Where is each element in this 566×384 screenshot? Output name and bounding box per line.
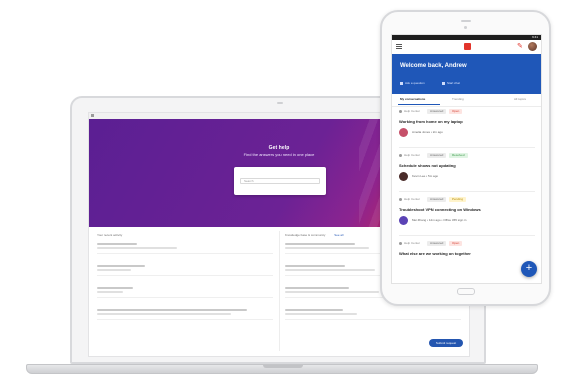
tab-all-topics[interactable]: All topics (514, 97, 526, 101)
article-title (285, 287, 349, 289)
laptop-base (26, 364, 538, 374)
phone-screen: 9:41 ✎ Welcome back, Andrew Ask a questi… (391, 34, 542, 284)
card-source: Help Center (404, 197, 421, 201)
source-icon (399, 198, 402, 201)
start-chat-label: Start chat (447, 81, 460, 85)
avatar (399, 172, 408, 181)
submit-request-button[interactable]: Submit request (429, 339, 463, 347)
list-item-meta (97, 247, 177, 249)
card-headline: Schedule shows not updating (399, 163, 456, 168)
app-logo (464, 43, 471, 50)
list-item[interactable]: Help Center Answered Pending Troubleshoo… (399, 197, 535, 241)
start-chat-action[interactable]: Start chat (442, 81, 460, 85)
card-divider (399, 191, 535, 192)
menu-icon[interactable] (91, 114, 94, 117)
article-title (285, 243, 355, 245)
source-icon (399, 110, 402, 113)
article-meta (285, 291, 379, 293)
right-column-header: Knowledge base & community See all (285, 233, 343, 237)
add-button[interactable]: + (521, 261, 537, 277)
list-item[interactable]: Help Center Answered Resolved Schedule s… (399, 153, 535, 197)
list-item-meta (97, 269, 131, 271)
row-divider (97, 275, 273, 276)
search-card: Search (234, 167, 326, 195)
article-meta (285, 313, 357, 315)
avatar (399, 128, 408, 137)
laptop-notch (263, 365, 303, 368)
column-divider (279, 231, 280, 351)
list-item[interactable]: Help Center Answered Open What else are … (399, 241, 535, 283)
card-source: Help Center (404, 241, 421, 245)
status-badge: Open (449, 241, 463, 246)
card-headline: Troubleshoot VPN connecting on Windows (399, 207, 481, 212)
tab-trending[interactable]: Trending (452, 97, 464, 101)
list-item-title (97, 265, 145, 267)
laptop-camera (277, 102, 283, 104)
welcome-banner: Welcome back, Andrew Ask a question Star… (392, 54, 541, 94)
ask-question-action[interactable]: Ask a question (400, 81, 425, 85)
status-badge: Answered (427, 153, 447, 158)
row-divider (97, 297, 273, 298)
list-item[interactable]: Help Center Answered Open Working from h… (399, 109, 535, 153)
article-title (285, 309, 343, 311)
article-meta (285, 269, 375, 271)
card-headline: Working from home on my laptop (399, 119, 463, 124)
source-icon (399, 242, 402, 245)
article-meta (285, 247, 369, 249)
card-headline: What else are we working on together (399, 251, 471, 256)
list-item-title (97, 287, 133, 289)
status-badge: Resolved (449, 153, 468, 158)
tab-my-conversations[interactable]: My conversations (400, 97, 425, 101)
list-item-title (97, 309, 247, 311)
list-item-title (97, 243, 137, 245)
list-item-meta (97, 313, 231, 315)
status-badge: Answered (427, 109, 447, 114)
search-input[interactable]: Search (240, 178, 320, 184)
app-bar: ✎ (392, 40, 541, 55)
phone-frame: 9:41 ✎ Welcome back, Andrew Ask a questi… (380, 10, 551, 306)
row-divider (97, 253, 273, 254)
left-column-header: Your recent activity (97, 233, 123, 237)
phone-camera (464, 26, 467, 29)
chat-icon (442, 81, 445, 85)
avatar (399, 216, 408, 225)
card-source: Help Center (404, 109, 421, 113)
row-divider (97, 319, 273, 320)
author-name: Amelia Jones • 2m ago (412, 130, 443, 134)
article-title (285, 265, 345, 267)
card-divider (399, 147, 535, 148)
author-name: Kevin Lee • 5m ago (412, 174, 439, 178)
right-column-title: Knowledge base & community (285, 233, 326, 237)
status-badge: Open (449, 109, 463, 114)
feed-tabs: My conversations Trending All topics (392, 94, 541, 107)
list-item-meta (97, 291, 123, 293)
ask-question-label: Ask a question (405, 81, 425, 85)
card-source: Help Center (404, 153, 421, 157)
home-button[interactable] (457, 288, 475, 295)
search-placeholder: Search (244, 179, 254, 183)
row-divider (285, 319, 461, 320)
compose-icon[interactable]: ✎ (517, 43, 523, 51)
active-tab-indicator (398, 104, 440, 105)
avatar[interactable] (528, 42, 537, 51)
phone-speaker (461, 20, 471, 22)
welcome-title: Welcome back, Andrew (400, 63, 467, 69)
status-badge: Pending (449, 197, 467, 202)
see-all-link[interactable]: See all (334, 233, 343, 237)
source-icon (399, 154, 402, 157)
card-divider (399, 235, 535, 236)
author-name: Mei Zhang • 12m ago • Office 365 sign in (412, 218, 467, 222)
status-badge: Answered (427, 197, 447, 202)
status-badge: Answered (427, 241, 447, 246)
hamburger-menu-icon[interactable] (396, 44, 402, 49)
question-icon (400, 81, 403, 85)
conversation-feed: Help Center Answered Open Working from h… (392, 107, 541, 283)
